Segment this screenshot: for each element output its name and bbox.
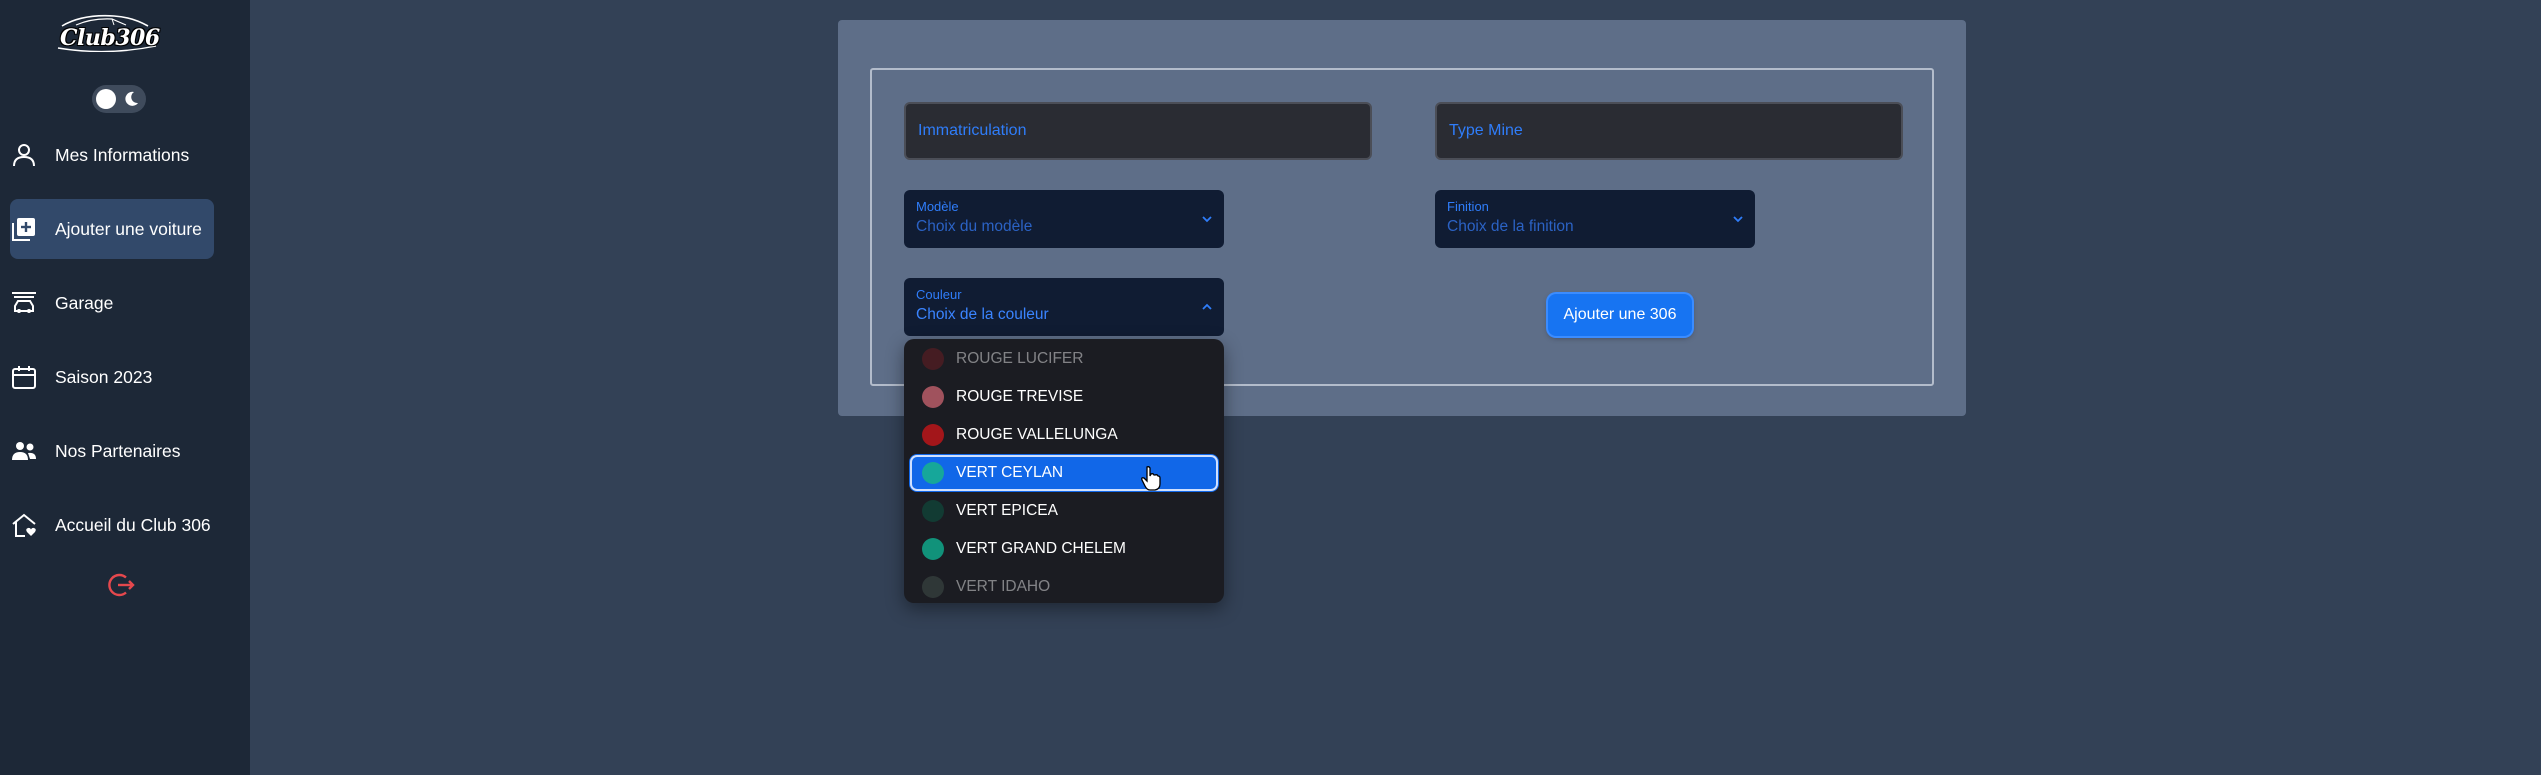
sidebar: Club306 Mes Informations Ajouter une voi… [0,0,250,775]
sidebar-item-mes-informations[interactable]: Mes Informations [10,125,214,185]
sidebar-item-saison-2023[interactable]: Saison 2023 [10,347,214,407]
immatriculation-field[interactable]: Immatriculation [904,102,1372,160]
color-option-label: VERT EPICEA [956,502,1058,519]
sidebar-item-label: Saison 2023 [55,366,153,387]
color-option-label: VERT GRAND CHELEM [956,540,1126,557]
logout-icon[interactable] [106,570,136,600]
color-option-label: ROUGE VALLELUNGA [956,426,1118,443]
modele-label: Modèle [916,199,959,214]
sidebar-item-accueil-du-club-306[interactable]: Accueil du Club 306 [10,495,214,555]
color-option[interactable]: VERT EPICEA [910,493,1218,529]
color-swatch [922,462,944,484]
color-option-label: VERT CEYLAN [956,464,1064,481]
hand-pointer-icon [1141,466,1161,491]
color-option[interactable]: ROUGE VALLELUNGA [910,417,1218,453]
color-option-label: VERT IDAHO [956,578,1051,595]
people-icon [12,442,36,460]
color-option[interactable]: VERT IDAHO [910,569,1218,603]
color-swatch [922,500,944,522]
chevron-up-icon [1202,303,1212,310]
chevron-down-icon [1202,216,1212,223]
sidebar-item-label: Ajouter une voiture [55,218,202,239]
club306-logo[interactable]: Club306 [52,12,162,53]
couleur-label: Couleur [916,287,962,302]
color-option[interactable]: VERT GRAND CHELEM [910,531,1218,567]
color-swatch [922,348,944,370]
color-option[interactable]: ROUGE LUCIFER [910,341,1218,377]
home-heart-icon [12,513,36,537]
finition-value: Choix de la finition [1447,218,1574,235]
sidebar-item-label: Nos Partenaires [55,440,181,461]
color-swatch [922,538,944,560]
finition-select[interactable]: Finition Choix de la finition [1435,190,1755,248]
type-mine-placeholder: Type Mine [1449,122,1523,139]
toggle-knob [96,89,116,109]
couleur-value: Choix de la couleur [916,306,1049,323]
color-option-label: ROUGE TREVISE [956,388,1084,405]
calendar-icon [12,366,36,389]
color-swatch [922,424,944,446]
ajouter-une-306-button[interactable]: Ajouter une 306 [1548,294,1692,336]
sidebar-item-nos-partenaires[interactable]: Nos Partenaires [10,421,214,481]
modele-select[interactable]: Modèle Choix du modèle [904,190,1224,248]
immatriculation-placeholder: Immatriculation [918,122,1027,139]
sidebar-item-label: Garage [55,292,114,313]
finition-label: Finition [1447,199,1489,214]
couleur-dropdown-list: ROUGE LUCIFER ROUGE TREVISE ROUGE VALLEL… [904,339,1224,603]
car-garage-icon [12,292,36,313]
add-box-icon [12,218,35,241]
modele-value: Choix du modèle [916,218,1033,235]
color-option-label: ROUGE LUCIFER [956,350,1084,367]
user-icon [13,144,35,167]
sidebar-item-ajouter-une-voiture[interactable]: Ajouter une voiture [10,199,214,259]
type-mine-field[interactable]: Type Mine [1435,102,1903,160]
logo-text: Club306 [60,25,160,51]
color-option[interactable]: ROUGE TREVISE [910,379,1218,415]
color-option-selected[interactable]: VERT CEYLAN [910,455,1218,491]
chevron-down-icon [1733,216,1743,223]
sidebar-item-garage[interactable]: Garage [10,273,214,333]
theme-toggle[interactable] [92,85,146,113]
couleur-select[interactable]: Couleur Choix de la couleur [904,278,1224,336]
color-swatch [922,386,944,408]
sidebar-item-label: Accueil du Club 306 [55,514,211,535]
moon-icon [125,91,138,106]
sidebar-item-label: Mes Informations [55,144,190,165]
color-swatch [922,576,944,598]
